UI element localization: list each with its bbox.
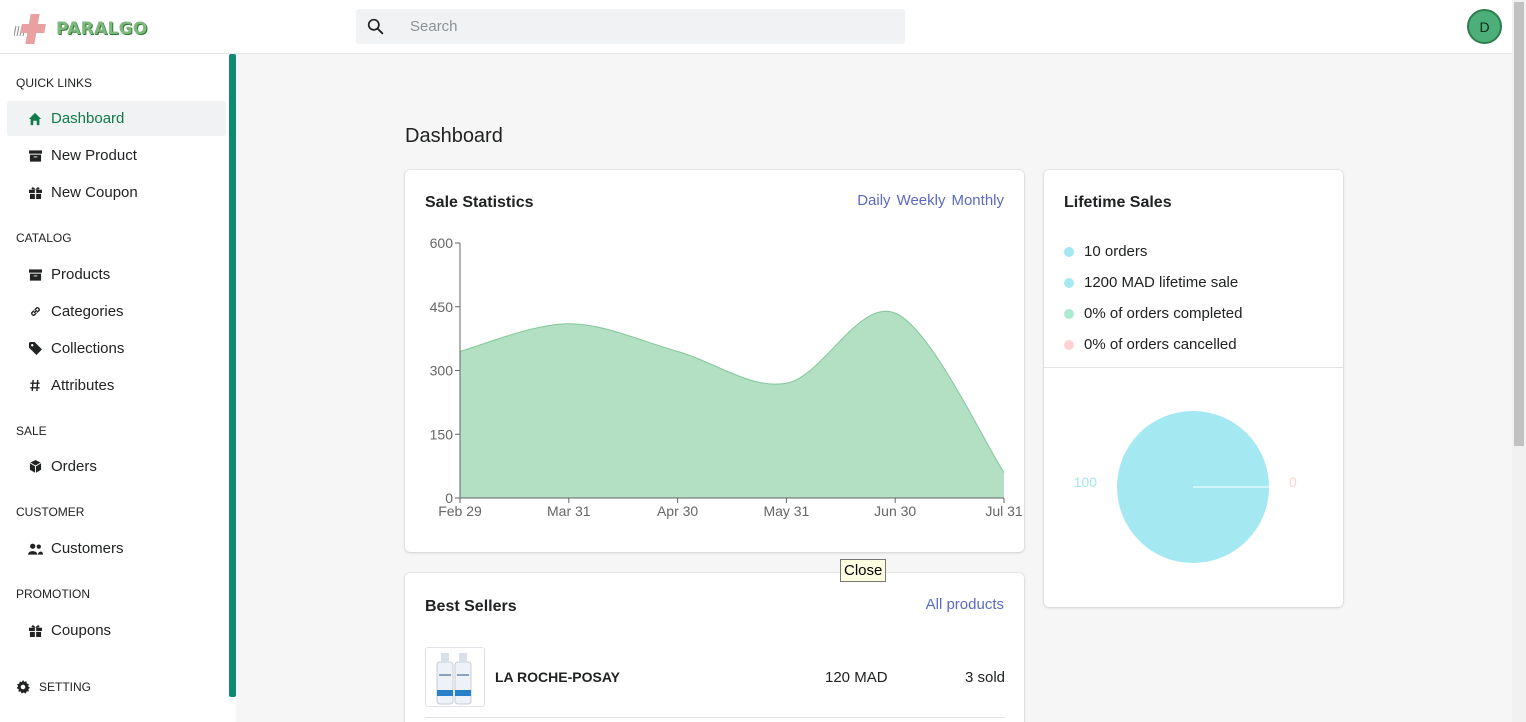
legend-dot xyxy=(1064,246,1074,257)
sidebar-item-dashboard[interactable]: Dashboard xyxy=(7,101,226,136)
lifetime-sales-card: Lifetime Sales 10 orders 1200 MAD lifeti… xyxy=(1044,170,1343,607)
data-point[interactable] xyxy=(566,321,572,327)
gear-icon xyxy=(16,680,30,694)
stat-text: 1200 MAD lifetime sale xyxy=(1084,274,1239,291)
sidebar-item-label: Dashboard xyxy=(51,110,125,127)
section-title-customer: CUSTOMER xyxy=(16,505,85,519)
best-sellers-card: Best Sellers All products LA ROCHE-POSAY… xyxy=(405,573,1024,722)
best-seller-row[interactable]: LA ROCHE-POSAY 120 MAD 3 sold xyxy=(425,646,1005,718)
top-bar: PARALGO D xyxy=(0,0,1512,54)
stat-text: 0% of orders completed xyxy=(1084,305,1243,322)
sidebar-scrollbar[interactable] xyxy=(229,54,236,697)
data-point[interactable] xyxy=(1001,470,1007,476)
lifetime-stats-list: 10 orders 1200 MAD lifetime sale 0% of o… xyxy=(1064,236,1242,360)
y-tick-label: 300 xyxy=(430,363,454,379)
cube-icon xyxy=(27,459,43,475)
legend-dot xyxy=(1064,308,1074,319)
pie-label: 100 xyxy=(1074,474,1098,490)
logo[interactable]: PARALGO xyxy=(13,12,148,46)
sidebar: QUICK LINKS Dashboard New Product New Co… xyxy=(0,54,236,722)
data-point[interactable] xyxy=(675,348,681,354)
sidebar-item-label: Coupons xyxy=(51,622,112,639)
stat-completed: 0% of orders completed xyxy=(1064,298,1242,329)
archive-icon xyxy=(27,267,43,283)
sidebar-item-categories[interactable]: Categories xyxy=(7,294,226,329)
stat-text: 0% of orders cancelled xyxy=(1084,336,1237,353)
sale-statistics-card: Sale Statistics Daily Weekly Monthly 0 15… xyxy=(405,170,1024,552)
data-point[interactable] xyxy=(783,380,789,386)
x-tick-label: Jul 31 xyxy=(985,503,1023,519)
legend-dot xyxy=(1064,277,1074,288)
product-thumbnail[interactable] xyxy=(425,647,485,707)
product-sold-count: 3 sold xyxy=(964,669,1005,686)
page-scrollbar[interactable] xyxy=(1512,0,1526,722)
x-tick-label: Feb 29 xyxy=(438,503,482,519)
y-tick-label: 150 xyxy=(430,426,454,442)
all-products-link[interactable]: All products xyxy=(926,596,1004,613)
sidebar-item-label: Orders xyxy=(51,458,97,475)
gift-icon xyxy=(27,185,43,201)
sidebar-item-label: New Coupon xyxy=(51,184,138,201)
search-input[interactable] xyxy=(410,18,870,35)
sidebar-item-setting[interactable]: SETTING xyxy=(16,680,91,694)
x-tick-label: Mar 31 xyxy=(547,503,591,519)
sidebar-item-label: Collections xyxy=(51,340,125,357)
avatar[interactable]: D xyxy=(1467,9,1502,44)
sidebar-item-label: Attributes xyxy=(51,377,115,394)
x-tick-label: Jun 30 xyxy=(874,503,916,519)
search-bar[interactable] xyxy=(356,9,905,44)
area-fill xyxy=(460,311,1004,498)
sidebar-item-orders[interactable]: Orders xyxy=(7,449,226,484)
section-title-promotion: PROMOTION xyxy=(16,587,90,601)
home-icon xyxy=(27,111,43,127)
section-title-sale: SALE xyxy=(16,424,47,438)
x-tick-label: Apr 30 xyxy=(657,503,698,519)
hash-icon xyxy=(27,378,43,394)
legend-dot xyxy=(1064,339,1074,350)
x-tick-label: May 31 xyxy=(763,503,809,519)
archive-icon xyxy=(27,148,43,164)
setting-label: SETTING xyxy=(39,680,92,694)
data-point[interactable] xyxy=(892,310,898,316)
brand-name: PARALGO xyxy=(56,19,148,39)
search-icon xyxy=(358,18,392,35)
scrollbar-thumb[interactable] xyxy=(1514,2,1524,446)
best-sellers-title: Best Sellers xyxy=(425,598,517,615)
sidebar-item-new-coupon[interactable]: New Coupon xyxy=(7,175,226,210)
sidebar-item-new-product[interactable]: New Product xyxy=(7,138,226,173)
pie-label: 0 xyxy=(1289,474,1297,490)
product-price: 120 MAD xyxy=(825,669,888,686)
gift-icon xyxy=(27,623,43,639)
link-icon xyxy=(27,304,43,320)
lifetime-sales-pie-chart: 100 0 xyxy=(1074,411,1297,563)
sidebar-item-coupons[interactable]: Coupons xyxy=(7,613,226,648)
y-tick-label: 600 xyxy=(430,235,454,251)
tag-icon xyxy=(27,341,43,357)
y-tick-label: 450 xyxy=(430,299,454,315)
users-icon xyxy=(27,541,43,557)
sidebar-item-label: Products xyxy=(51,266,111,283)
sidebar-item-products[interactable]: Products xyxy=(7,257,226,292)
page-title: Dashboard xyxy=(405,125,503,147)
logo-mark-icon xyxy=(13,12,50,46)
product-name[interactable]: LA ROCHE-POSAY xyxy=(495,669,620,685)
sidebar-item-collections[interactable]: Collections xyxy=(7,331,226,366)
section-title-quick-links: QUICK LINKS xyxy=(16,76,93,90)
sidebar-item-label: New Product xyxy=(51,147,137,164)
sidebar-item-label: Categories xyxy=(51,303,124,320)
section-title-catalog: CATALOG xyxy=(16,231,72,245)
stat-lifetime-sale: 1200 MAD lifetime sale xyxy=(1064,267,1242,298)
stat-orders: 10 orders xyxy=(1064,236,1242,267)
lifetime-sales-title: Lifetime Sales xyxy=(1064,194,1172,211)
sidebar-item-customers[interactable]: Customers xyxy=(7,531,226,566)
stat-cancelled: 0% of orders cancelled xyxy=(1064,329,1242,360)
sidebar-item-label: Customers xyxy=(51,540,124,557)
sale-statistics-chart: 0150300450600Feb 29 Mar 31 Apr 30 May 31 Jun… xyxy=(430,235,1023,519)
stat-text: 10 orders xyxy=(1084,243,1148,260)
close-tooltip: Close xyxy=(840,559,887,582)
sidebar-item-attributes[interactable]: Attributes xyxy=(7,368,226,403)
